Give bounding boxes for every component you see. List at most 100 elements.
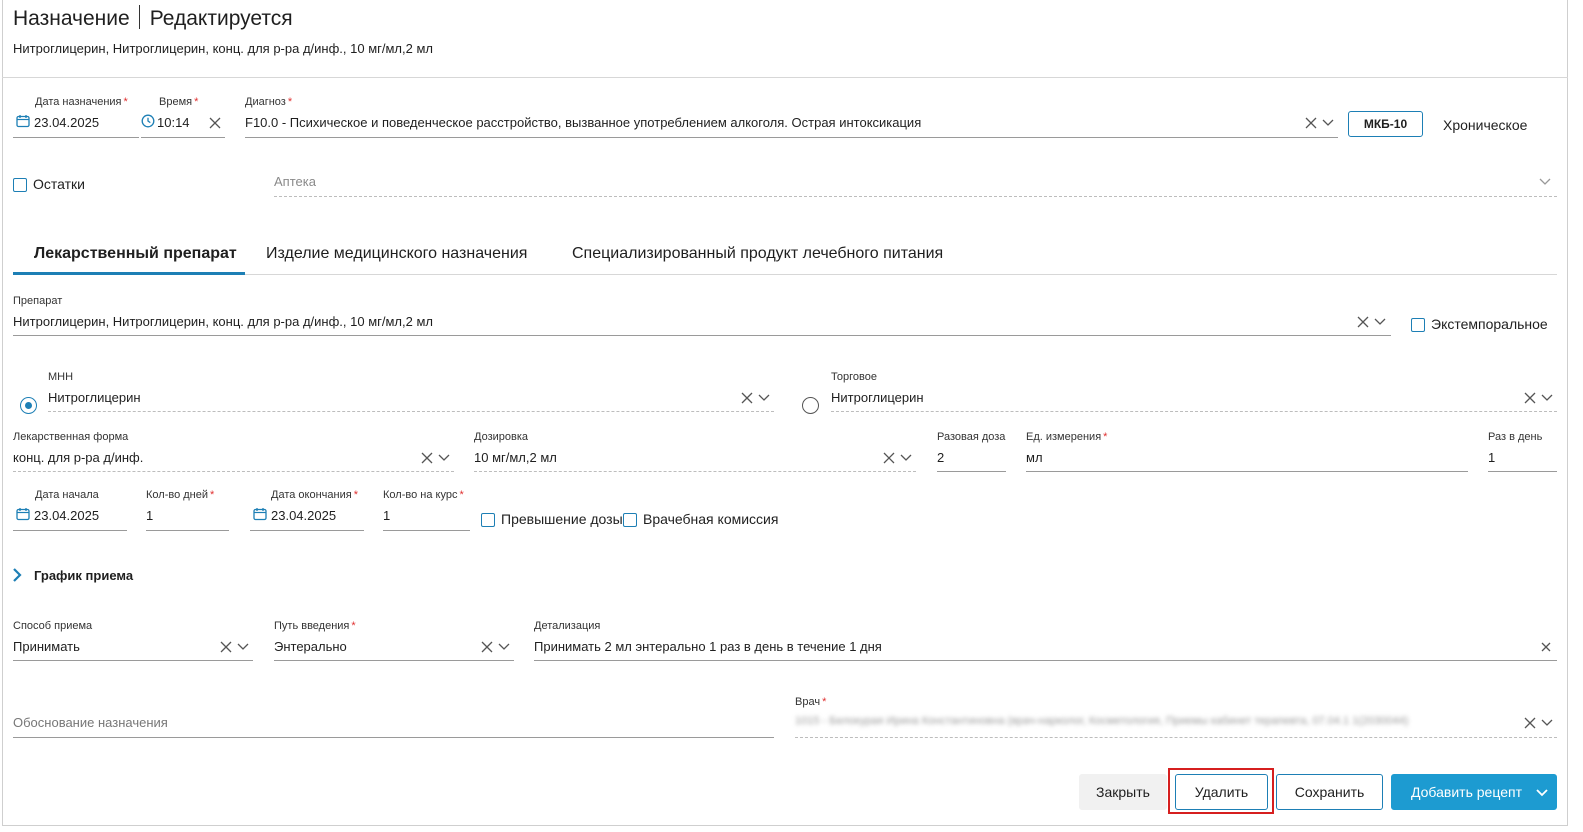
extemporal-checkbox[interactable]	[1411, 318, 1425, 332]
tab-medical-device[interactable]: Изделие медицинского назначения	[266, 245, 527, 263]
save-button[interactable]: Сохранить	[1276, 774, 1383, 810]
time-input[interactable]: 10:14	[157, 115, 197, 130]
edit-status: Редактируется	[149, 7, 293, 30]
unit-underline	[1026, 471, 1468, 472]
diagnosis-select[interactable]: F10.0 - Психическое и поведенческое расс…	[245, 115, 1295, 130]
unit-input[interactable]: мл	[1026, 450, 1426, 465]
single-dose-label: Разовая доза	[937, 431, 1006, 443]
chevron-down-icon[interactable]	[1541, 394, 1553, 402]
close-button[interactable]: Закрыть	[1079, 774, 1167, 810]
active-tab-indicator	[13, 272, 245, 275]
clear-dose-icon[interactable]	[883, 452, 895, 464]
clear-doctor-icon[interactable]	[1524, 717, 1536, 729]
per-course-underline	[383, 530, 470, 531]
drug-label: Препарат	[13, 295, 63, 307]
detail-label: Детализация	[534, 620, 601, 632]
clear-method-icon[interactable]	[220, 641, 232, 653]
date-label: Дата назначения *	[35, 96, 128, 108]
single-dose-underline	[937, 471, 1006, 472]
page-subtitle: Нитроглицерин, Нитроглицерин, конц. для …	[13, 41, 433, 56]
dose-underline	[474, 471, 916, 472]
chevron-down-icon[interactable]	[1536, 789, 1548, 797]
start-date-label: Дата начала	[35, 489, 99, 501]
drug-select[interactable]: Нитроглицерин, Нитроглицерин, конц. для …	[13, 314, 1343, 329]
chevron-right-icon[interactable]	[12, 567, 22, 583]
page-title-text: Назначение	[13, 7, 130, 30]
date-input[interactable]: 23.04.2025	[34, 115, 134, 130]
days-input[interactable]: 1	[146, 508, 216, 523]
add-recipe-label: Добавить рецепт	[1411, 784, 1522, 800]
route-select[interactable]: Энтерально	[274, 639, 464, 654]
detail-input[interactable]: Принимать 2 мл энтерально 1 раз в день в…	[534, 639, 1524, 654]
commission-checkbox[interactable]	[623, 513, 637, 527]
remains-label: Остатки	[33, 176, 85, 192]
chevron-down-icon[interactable]	[498, 643, 510, 651]
calendar-icon[interactable]	[253, 507, 267, 521]
delete-button[interactable]: Удалить	[1175, 774, 1268, 810]
date-underline	[13, 137, 139, 138]
mnn-select[interactable]: Нитроглицерин	[48, 390, 728, 405]
form-select[interactable]: конц. для р-ра д/инф.	[13, 450, 413, 465]
diagnosis-underline	[245, 137, 1338, 138]
chronic-button[interactable]: Хроническое	[1443, 117, 1527, 133]
trade-select[interactable]: Нитроглицерин	[831, 390, 1511, 405]
start-date-input[interactable]: 23.04.2025	[34, 508, 124, 523]
header-divider	[2, 77, 1568, 78]
time-label: Время *	[159, 96, 199, 108]
chevron-down-icon[interactable]	[1541, 719, 1553, 727]
calendar-icon[interactable]	[16, 114, 30, 128]
single-dose-input[interactable]: 2	[937, 450, 997, 465]
clear-form-icon[interactable]	[421, 452, 433, 464]
per-day-underline	[1488, 471, 1557, 472]
extemporal-label: Экстемпоральное	[1431, 316, 1548, 332]
page-title: Назначение Редактируется	[13, 5, 293, 31]
clear-route-icon[interactable]	[481, 641, 493, 653]
schedule-section-toggle[interactable]: График приема	[34, 568, 133, 583]
trade-label: Торговое	[831, 371, 877, 383]
mnn-underline	[48, 411, 774, 412]
mnn-radio[interactable]	[20, 397, 37, 414]
route-underline	[274, 660, 514, 661]
form-underline	[13, 471, 454, 472]
clear-detail-icon[interactable]	[1541, 642, 1551, 652]
tab-nutrition-product[interactable]: Специализированный продукт лечебного пит…	[572, 245, 943, 263]
chevron-down-icon[interactable]	[438, 454, 450, 462]
pharmacy-underline	[274, 196, 1557, 197]
calendar-icon[interactable]	[16, 507, 30, 521]
mkb10-button[interactable]: МКБ-10	[1348, 111, 1423, 137]
chevron-down-icon[interactable]	[1374, 318, 1386, 326]
per-day-label: Раз в день	[1488, 431, 1543, 443]
per-course-input[interactable]: 1	[383, 508, 453, 523]
clear-diagnosis-icon[interactable]	[1305, 117, 1317, 129]
remains-checkbox[interactable]	[13, 178, 27, 192]
end-date-input[interactable]: 23.04.2025	[271, 508, 361, 523]
tab-drug[interactable]: Лекарственный препарат	[34, 245, 237, 263]
drug-underline	[13, 335, 1391, 336]
per-day-input[interactable]: 1	[1488, 450, 1548, 465]
doctor-underline	[795, 737, 1557, 738]
days-label: Кол-во дней *	[146, 489, 215, 501]
clear-time-icon[interactable]	[209, 117, 221, 129]
method-select[interactable]: Принимать	[13, 639, 203, 654]
chevron-down-icon[interactable]	[758, 394, 770, 402]
form-label: Лекарственная форма	[13, 431, 129, 443]
trade-radio[interactable]	[802, 397, 819, 414]
doctor-select[interactable]: 1015 - Белокурая Ирина Константиновна (в…	[795, 715, 1515, 727]
justification-input[interactable]: Обоснование назначения	[13, 715, 168, 730]
chevron-down-icon[interactable]	[237, 643, 249, 651]
chevron-down-icon[interactable]	[900, 454, 912, 462]
clear-drug-icon[interactable]	[1357, 316, 1369, 328]
commission-label: Врачебная комиссия	[643, 511, 779, 527]
chevron-down-icon[interactable]	[1539, 178, 1551, 186]
add-recipe-button[interactable]: Добавить рецепт	[1391, 774, 1557, 810]
clock-icon[interactable]	[141, 114, 155, 128]
overdose-checkbox[interactable]	[481, 513, 495, 527]
chevron-down-icon[interactable]	[1322, 119, 1334, 127]
end-date-underline	[250, 530, 364, 531]
clear-mnn-icon[interactable]	[741, 392, 753, 404]
pharmacy-select[interactable]: Аптека	[274, 174, 316, 189]
doctor-label: Врач *	[795, 696, 827, 708]
dose-select[interactable]: 10 мг/мл,2 мл	[474, 450, 874, 465]
route-label: Путь введения *	[274, 620, 356, 632]
clear-trade-icon[interactable]	[1524, 392, 1536, 404]
